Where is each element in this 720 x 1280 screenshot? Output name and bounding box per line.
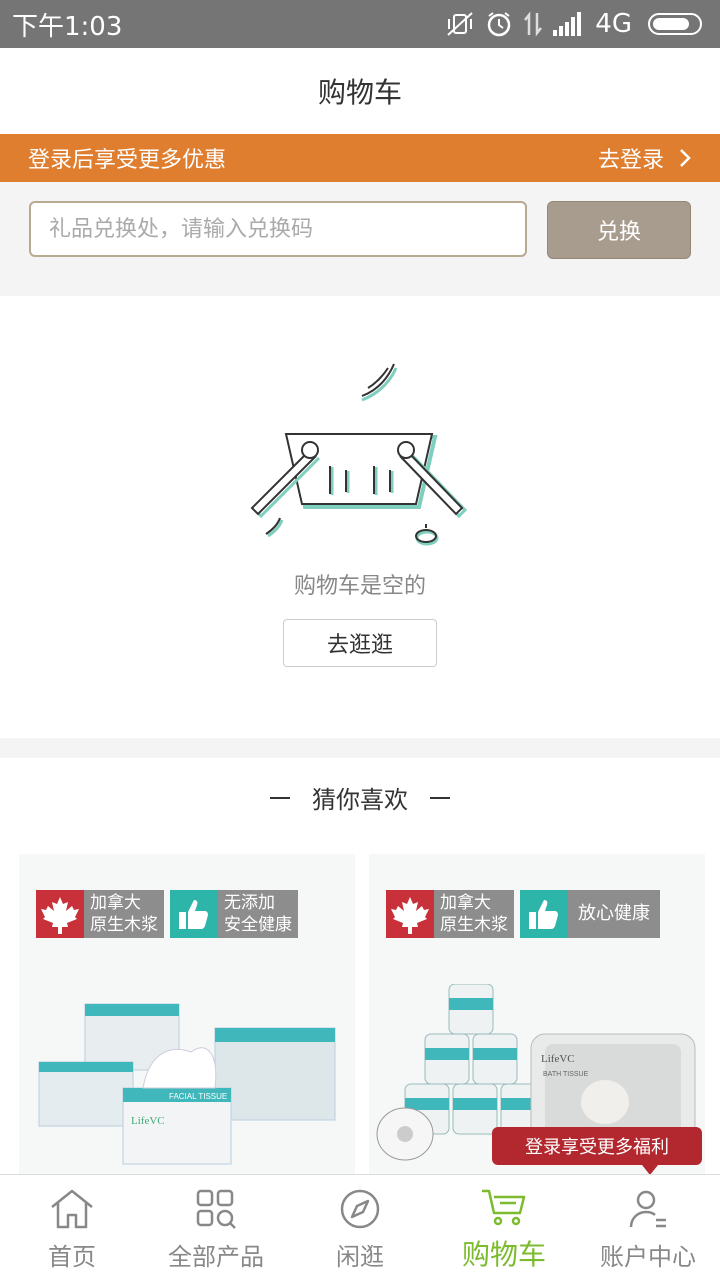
status-time: 下午1:03 (12, 11, 123, 42)
product-image: FACIAL TISSUE LifeVC (38, 1003, 336, 1165)
maple-leaf-icon (36, 890, 84, 938)
empty-cart-section: 购物车是空的 去逛逛 (0, 296, 720, 738)
thumbs-up-icon (170, 890, 218, 938)
login-banner-message: 登录后享受更多优惠 (28, 148, 227, 173)
badge-text: 加拿大 原生木浆 (434, 890, 514, 938)
product-badge: 放心健康 (520, 890, 660, 938)
redeem-code-input[interactable] (29, 201, 527, 257)
nav-item-home[interactable]: 首页 (0, 1175, 144, 1280)
compass-icon (340, 1189, 380, 1229)
product-badge: 无添加 安全健康 (170, 890, 298, 938)
status-bar: 下午1:03 4G (0, 0, 720, 48)
signal-icon (553, 12, 585, 36)
nav-item-cart[interactable]: 购物车 (432, 1175, 576, 1280)
empty-cart-message: 购物车是空的 (293, 574, 426, 599)
grid-search-icon (196, 1189, 236, 1229)
badge-text: 加拿大 原生木浆 (84, 890, 164, 938)
nav-label: 购物车 (461, 1238, 546, 1271)
home-icon (51, 1189, 93, 1229)
divider (270, 796, 290, 799)
product-brand: LifeVC (131, 1115, 165, 1127)
divider (430, 796, 450, 799)
nav-label: 闲逛 (336, 1243, 384, 1271)
redeem-section: 兑换 (0, 182, 720, 296)
login-banner[interactable]: 登录后享受更多优惠 去登录 (0, 134, 720, 182)
product-brand: LifeVC (541, 1053, 575, 1065)
battery-icon (648, 13, 702, 35)
nav-label: 全部产品 (168, 1243, 264, 1271)
page-header: 购物车 (0, 48, 720, 134)
product-card[interactable]: 加拿大 原生木浆 无添加 安全健康 FACIAL TISSUE LifeVC (19, 854, 355, 1184)
data-transfer-icon (523, 11, 543, 37)
product-badge: 加拿大 原生木浆 (386, 890, 514, 938)
recommend-section: 猜你喜欢 加拿大 原生木浆 无添加 安全健康 FACIAL TISSUE Lif… (0, 758, 720, 1184)
bottom-nav: 首页 全部产品 闲逛 购物车 账户中心 (0, 1174, 720, 1280)
user-icon (629, 1190, 666, 1228)
product-badge: 加拿大 原生木浆 (36, 890, 164, 938)
nav-item-browse[interactable]: 闲逛 (288, 1175, 432, 1280)
maple-leaf-icon (386, 890, 434, 938)
cart-icon (482, 1189, 526, 1226)
vibrate-off-icon (445, 11, 475, 37)
badge-text: 无添加 安全健康 (218, 890, 298, 938)
redeem-button[interactable]: 兑换 (547, 201, 691, 259)
nav-item-all-products[interactable]: 全部产品 (144, 1175, 288, 1280)
go-login-label: 去登录 (597, 148, 664, 173)
nav-label: 首页 (48, 1243, 96, 1271)
empty-basket-icon (250, 363, 468, 546)
badge-text: 放心健康 (568, 890, 660, 938)
promo-tooltip[interactable]: 登录享受更多福利 (492, 1127, 702, 1175)
network-type: 4G (595, 9, 632, 39)
go-login-link[interactable]: 去登录 (598, 142, 692, 174)
nav-item-account[interactable]: 账户中心 (576, 1175, 720, 1280)
chevron-right-icon (680, 149, 691, 167)
thumbs-up-icon (520, 890, 568, 938)
recommend-title: 猜你喜欢 (312, 786, 408, 814)
product-package-label: FACIAL TISSUE (169, 1092, 227, 1101)
recommend-heading: 猜你喜欢 (0, 780, 720, 815)
page-title: 购物车 (317, 76, 402, 109)
product-package-label: BATH TISSUE (543, 1071, 589, 1078)
alarm-icon (485, 10, 513, 38)
go-shopping-button[interactable]: 去逛逛 (283, 619, 437, 667)
status-icons: 4G (445, 9, 702, 39)
nav-label: 账户中心 (600, 1243, 696, 1271)
